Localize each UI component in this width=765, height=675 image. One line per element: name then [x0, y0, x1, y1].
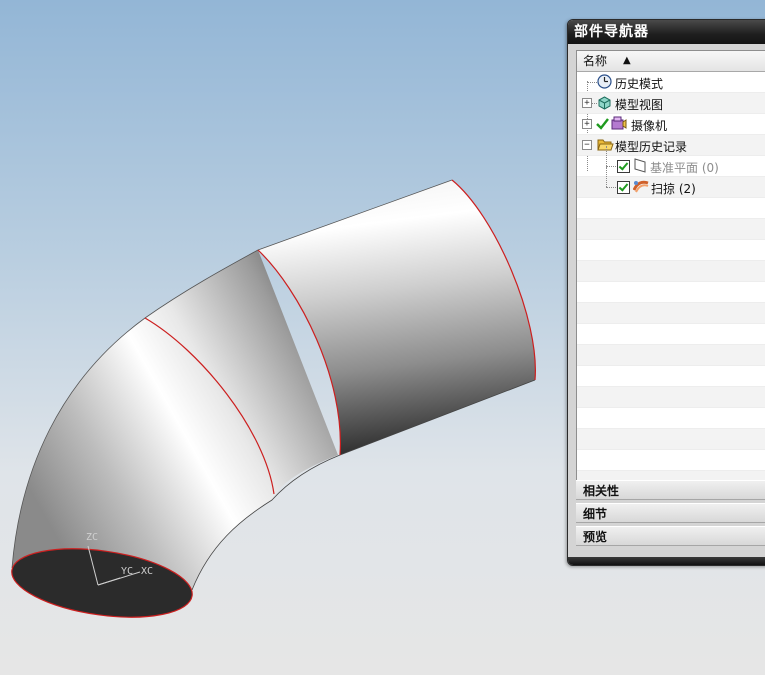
- section-details[interactable]: 细节: [576, 503, 765, 523]
- tree-row-label: 扫掠 (2): [651, 182, 696, 196]
- sort-ascending-icon[interactable]: ▲: [623, 51, 631, 71]
- empty-row: [577, 303, 765, 324]
- empty-row: [577, 261, 765, 282]
- section-label: 相关性: [583, 484, 620, 498]
- tree-row-label: 基准平面 (0): [650, 161, 719, 175]
- z-axis-label: ZC: [86, 532, 99, 543]
- green-check-icon: [596, 118, 609, 130]
- y-axis-label: YC: [121, 566, 134, 577]
- empty-row: [577, 219, 765, 240]
- part-navigator-panel: 部件导航器 名称 ▲ 历史模式 + 模型视图 + 摄像机 − 模型历史记录 基准…: [567, 19, 765, 566]
- tree-row-label: 模型视图: [615, 98, 664, 112]
- empty-row: [577, 240, 765, 261]
- x-axis-label: XC: [141, 566, 154, 577]
- tree-row-sweep[interactable]: 扫掠 (2): [577, 167, 765, 198]
- camera-icon: [611, 116, 627, 130]
- expand-icon[interactable]: +: [582, 98, 592, 108]
- tree-row-label: 摄像机: [631, 119, 668, 133]
- empty-row: [577, 450, 765, 471]
- empty-row: [577, 282, 765, 303]
- pipe-bend-surface: [12, 250, 338, 598]
- feature-visibility-checkbox[interactable]: [617, 181, 630, 194]
- tree-row-label: 历史模式: [615, 77, 664, 91]
- empty-row: [577, 429, 765, 450]
- section-preview[interactable]: 预览: [576, 526, 765, 546]
- empty-row: [577, 387, 765, 408]
- navigator-tree[interactable]: 名称 ▲ 历史模式 + 模型视图 + 摄像机 − 模型历史记录 基准平面 (0)…: [576, 50, 765, 488]
- section-dependencies[interactable]: 相关性: [576, 480, 765, 500]
- tree-row-history-mode[interactable]: 历史模式: [577, 72, 765, 93]
- sweep-icon: [633, 180, 649, 193]
- name-column-label: 名称: [583, 54, 608, 68]
- datum-plane-icon: [634, 158, 646, 173]
- collapse-icon[interactable]: −: [582, 140, 592, 150]
- empty-row: [577, 198, 765, 219]
- section-label: 细节: [583, 507, 608, 521]
- tree-row-cameras[interactable]: + 摄像机: [577, 114, 765, 135]
- section-label: 预览: [583, 530, 608, 544]
- empty-row: [577, 345, 765, 366]
- clock-icon: [597, 74, 612, 89]
- tree-row-label: 模型历史记录: [615, 140, 688, 154]
- empty-row: [577, 366, 765, 387]
- model-view-icon: [598, 96, 611, 110]
- empty-row: [577, 408, 765, 429]
- empty-row: [577, 324, 765, 345]
- name-column-header[interactable]: 名称 ▲: [577, 51, 765, 72]
- panel-bottom-edge: [568, 557, 765, 565]
- expand-icon[interactable]: +: [582, 119, 592, 129]
- part-navigator-title: 部件导航器: [568, 20, 765, 44]
- feature-visibility-checkbox[interactable]: [617, 160, 630, 173]
- tree-row-model-views[interactable]: + 模型视图: [577, 93, 765, 114]
